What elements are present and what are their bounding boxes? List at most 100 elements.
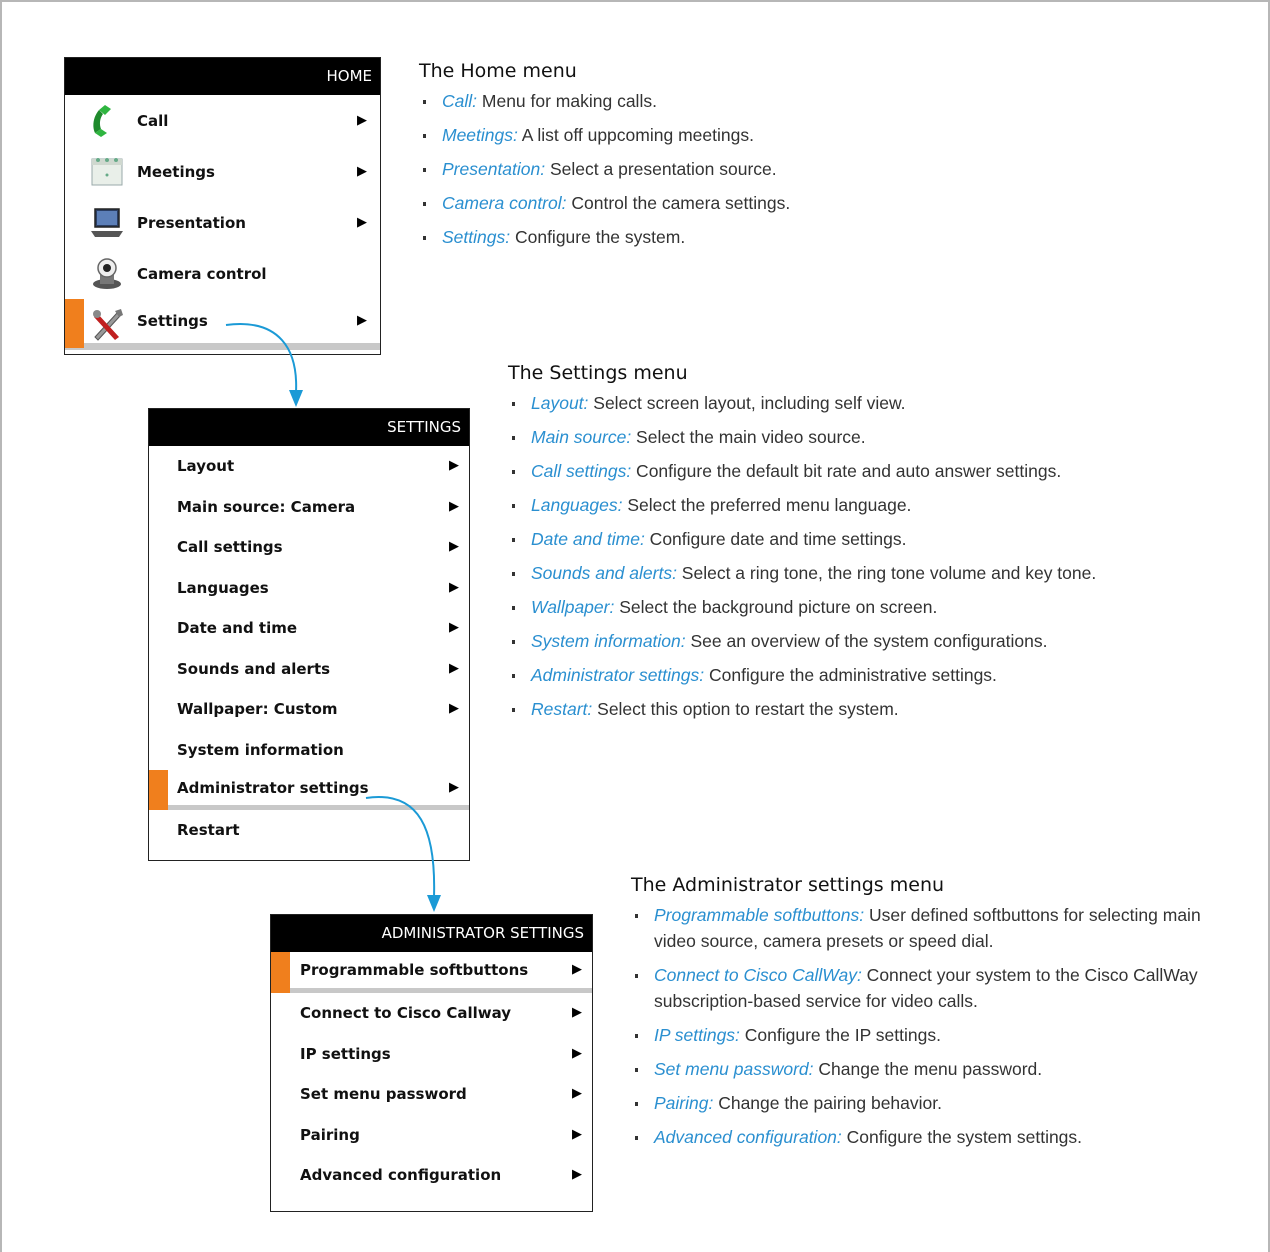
home-item-settings[interactable]: Settings ▶ (65, 299, 380, 350)
chevron-right-icon: ▶ (449, 457, 459, 473)
admin-item[interactable]: Advanced configuration ▶ (271, 1155, 592, 1196)
admin-item-label: Connect to Cisco Callway (300, 1004, 512, 1023)
camera-icon (93, 258, 121, 289)
bullet-item: Layout: Select screen layout, including … (508, 390, 1208, 416)
settings-item[interactable]: Wallpaper: Custom ▶ (149, 689, 469, 730)
selection-indicator (65, 299, 84, 348)
settings-item[interactable]: Administrator settings ▶ (149, 770, 469, 810)
bullet-term: Layout: (531, 393, 589, 413)
chevron-right-icon: ▶ (572, 1125, 582, 1141)
settings-item[interactable]: Restart (149, 810, 469, 851)
admin-item-label: Advanced configuration (300, 1166, 502, 1185)
admin-item[interactable]: IP settings ▶ (271, 1034, 592, 1075)
home-menu-header: HOME (65, 58, 380, 95)
chevron-right-icon: ▶ (449, 700, 459, 716)
chevron-right-icon: ▶ (449, 578, 459, 594)
bullet-term: Settings: (442, 227, 511, 247)
bullet-item: Date and time: Configure date and time s… (508, 526, 1208, 552)
bullet-description: Configure the IP settings. (739, 1025, 941, 1045)
admin-item-label: Programmable softbuttons (300, 961, 529, 979)
bullet-term: Set menu password: (654, 1059, 814, 1079)
settings-item-label: Sounds and alerts (177, 659, 331, 678)
home-menu: HOME Call ▶ Meetings ▶ Presentation ▶ Ca… (64, 57, 381, 355)
home-item-camera-control[interactable]: Camera control (65, 248, 380, 299)
bullet-item: Camera control: Control the camera setti… (419, 190, 919, 216)
chevron-right-icon: ▶ (572, 1085, 582, 1101)
home-item-presentation[interactable]: Presentation ▶ (65, 197, 380, 248)
bullet-term: Wallpaper: (531, 597, 615, 617)
bullet-description: Select the preferred menu language. (622, 495, 912, 515)
settings-item-label: Administrator settings (177, 778, 369, 797)
bullet-item: Set menu password: Change the menu passw… (631, 1056, 1221, 1082)
home-menu-description: The Home menu Call: Menu for making call… (419, 60, 919, 258)
bullet-item: Presentation: Select a presentation sour… (419, 156, 919, 182)
chevron-right-icon: ▶ (449, 619, 459, 635)
bullet-term: Restart: (531, 699, 593, 719)
bullet-term: Call settings: (531, 461, 632, 481)
bullet-description: Select the main video source. (631, 427, 866, 447)
bullet-description: Configure the system settings. (841, 1127, 1083, 1147)
admin-menu-description: The Administrator settings menu Programm… (631, 874, 1221, 1158)
admin-item[interactable]: Pairing ▶ (271, 1115, 592, 1156)
settings-item-label: Call settings (177, 538, 283, 557)
bullet-description: Control the camera settings. (566, 193, 791, 213)
settings-item[interactable]: Sounds and alerts ▶ (149, 649, 469, 690)
admin-item-label: Set menu password (300, 1085, 467, 1104)
admin-item[interactable]: Set menu password ▶ (271, 1074, 592, 1115)
bullet-term: Connect to Cisco CallWay: (654, 965, 862, 985)
admin-item[interactable]: Programmable softbuttons ▶ (271, 952, 592, 993)
bullet-description: Select screen layout, including self vie… (588, 393, 906, 413)
chevron-right-icon: ▶ (449, 778, 459, 794)
bullet-description: A list off uppcoming meetings. (517, 125, 754, 145)
selection-indicator (271, 952, 290, 993)
bullet-item: Pairing: Change the pairing behavior. (631, 1090, 1221, 1116)
bullet-item: Connect to Cisco CallWay: Connect your s… (631, 962, 1221, 1014)
home-item-call[interactable]: Call ▶ (65, 95, 380, 146)
bullet-item: Call: Menu for making calls. (419, 88, 919, 114)
settings-menu-header: SETTINGS (149, 409, 469, 446)
tools-icon (93, 309, 123, 341)
settings-item-label: Layout (177, 457, 235, 476)
chevron-right-icon: ▶ (572, 1044, 582, 1060)
settings-item[interactable]: Layout ▶ (149, 446, 469, 487)
home-item-meetings[interactable]: Meetings ▶ (65, 146, 380, 197)
home-item-label: Presentation (137, 213, 246, 232)
settings-item-list: Layout ▶ Main source: Camera ▶ Call settings… (149, 446, 469, 851)
bullet-description: Select a presentation source. (545, 159, 777, 179)
home-item-label: Meetings (137, 162, 215, 181)
admin-item-label: Pairing (300, 1125, 360, 1144)
admin-item[interactable]: Connect to Cisco Callway ▶ (271, 993, 592, 1034)
bullet-description: Menu for making calls. (477, 91, 657, 111)
bullet-term: Date and time: (531, 529, 645, 549)
bullet-item: Restart: Select this option to restart t… (508, 696, 1208, 722)
bullet-list: Layout: Select screen layout, including … (508, 390, 1208, 722)
settings-item-label: Wallpaper: Custom (177, 700, 338, 719)
section-title: The Home menu (419, 60, 577, 82)
bullet-description: Select the background picture on screen. (614, 597, 938, 617)
bullet-item: Wallpaper: Select the background picture… (508, 594, 1208, 620)
bullet-term: Call: (442, 91, 478, 111)
calendar-icon (91, 158, 123, 186)
chevron-right-icon: ▶ (449, 538, 459, 554)
settings-item[interactable]: Languages ▶ (149, 568, 469, 609)
settings-item-label: Date and time (177, 619, 298, 638)
bullet-term: Pairing: (654, 1093, 714, 1113)
bullet-term: Administrator settings: (531, 665, 705, 685)
bullet-description: Select a ring tone, the ring tone volume… (676, 563, 1097, 583)
settings-item[interactable]: Call settings ▶ (149, 527, 469, 568)
settings-item[interactable]: Date and time ▶ (149, 608, 469, 649)
settings-item[interactable]: System information (149, 730, 469, 771)
bullet-description: Configure date and time settings. (644, 529, 907, 549)
chevron-right-icon: ▶ (572, 1166, 582, 1182)
bullet-term: Main source: (531, 427, 632, 447)
chevron-right-icon: ▶ (357, 111, 367, 127)
home-item-label: Settings (137, 312, 208, 330)
bullet-description: Configure the default bit rate and auto … (631, 461, 1062, 481)
bullet-item: Programmable softbuttons: User defined s… (631, 902, 1221, 954)
chevron-right-icon: ▶ (572, 961, 582, 977)
settings-item-label: System information (177, 740, 344, 759)
chevron-right-icon: ▶ (357, 213, 367, 229)
bullet-item: Meetings: A list off uppcoming meetings. (419, 122, 919, 148)
bullet-description: Change the pairing behavior. (713, 1093, 942, 1113)
settings-item[interactable]: Main source: Camera ▶ (149, 487, 469, 528)
